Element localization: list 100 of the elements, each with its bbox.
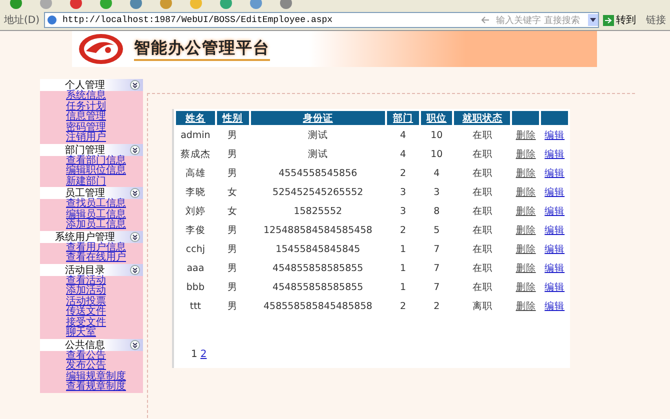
column-header[interactable]: 身份证 <box>302 112 333 124</box>
edit-link[interactable]: 编辑 <box>544 130 565 141</box>
delete-link[interactable]: 删除 <box>516 168 536 179</box>
table-cell-text: 男 <box>226 262 239 276</box>
table-cell-text: 李晓 <box>184 186 206 200</box>
page-link[interactable]: 2 <box>200 349 207 360</box>
table-cell-text: 4554558545856 <box>278 167 358 181</box>
edit-link[interactable]: 编辑 <box>544 187 565 198</box>
table-cell-text: 8 <box>432 205 441 219</box>
table-cell-text: 7 <box>432 262 441 276</box>
sidebar-link[interactable]: 任务计划 <box>66 102 143 112</box>
sidebar-link[interactable]: 查找员工信息 <box>66 199 143 210</box>
go-button[interactable]: 转到 <box>603 13 636 27</box>
sidebar-link[interactable]: 查看部门信息 <box>66 156 143 166</box>
collapse-icon[interactable] <box>130 232 140 242</box>
edit-link[interactable]: 编辑 <box>544 168 565 179</box>
edit-link[interactable]: 编辑 <box>544 301 565 312</box>
sidebar-link[interactable]: 传送文件 <box>66 307 143 318</box>
table-cell-text: 男 <box>226 243 239 257</box>
sidebar-header[interactable]: 系统用户管理 <box>40 230 143 242</box>
table-cell-text: 10 <box>430 148 444 162</box>
table-cell-text: 男 <box>226 148 239 162</box>
sidebar-link[interactable]: 编辑职位信息 <box>66 166 143 176</box>
table-cell-text: 在职 <box>471 281 494 295</box>
sidebar-link[interactable]: 编辑员工信息 <box>66 210 143 220</box>
table-cell-text: 男 <box>226 300 239 314</box>
collapse-icon[interactable] <box>130 144 140 154</box>
sidebar-link[interactable]: 查看用户信息 <box>66 242 143 253</box>
table-cell-text: 蔡成杰 <box>179 148 212 162</box>
address-field[interactable]: http://localhost:1987/WebUI/BOSS/EditEmployee.aspx 输入关键字 直接搜索 <box>44 12 599 28</box>
delete-link[interactable]: 删除 <box>516 149 536 160</box>
table-cell-text: 女 <box>226 186 239 200</box>
delete-link[interactable]: 删除 <box>516 225 536 236</box>
table-cell-text: 男 <box>226 167 239 181</box>
delete-link[interactable]: 删除 <box>516 244 536 255</box>
table-cell-text: 刘婷 <box>184 205 206 219</box>
collapse-icon[interactable] <box>130 80 140 90</box>
edit-link[interactable]: 编辑 <box>544 206 565 217</box>
collapse-icon[interactable] <box>130 188 140 198</box>
sidebar-link[interactable]: 接受文件 <box>66 318 143 328</box>
table-cell-text: 女 <box>226 205 239 219</box>
sidebar-link[interactable]: 系统信息 <box>66 91 143 102</box>
banner-title: 智能办公管理平台 <box>134 38 270 60</box>
sidebar-header[interactable]: 活动目录 <box>40 264 143 276</box>
edit-link[interactable]: 编辑 <box>544 225 565 236</box>
sidebar-header[interactable]: 部门管理 <box>40 144 143 156</box>
table-cell-text: 2 <box>399 224 408 238</box>
table-cell-text: cchj <box>184 243 206 257</box>
delete-link[interactable]: 删除 <box>516 130 536 141</box>
sidebar-link[interactable]: 查看规章制度 <box>66 382 143 392</box>
sidebar-link[interactable]: 查看公告 <box>66 350 143 361</box>
table-cell-text: 4 <box>399 129 408 143</box>
table-cell-text: 在职 <box>471 243 494 257</box>
table-cell-text: 4 <box>399 148 408 162</box>
links-label[interactable]: 链接 <box>646 13 666 27</box>
sidebar-header[interactable]: 员工管理 <box>40 187 143 199</box>
dropdown-icon[interactable] <box>588 14 598 26</box>
table-cell-text: 高雄 <box>184 167 206 181</box>
table-cell-text: 测试 <box>306 129 329 143</box>
table-cell-text: 男 <box>226 281 239 295</box>
sidebar-link[interactable]: 编辑规章制度 <box>66 372 143 382</box>
table-cell-text: 男 <box>226 129 239 143</box>
delete-link[interactable]: 删除 <box>516 187 536 198</box>
table-cell-text: 458558585845485858 <box>262 300 374 314</box>
go-arrow-icon <box>603 14 614 26</box>
table-cell-text: 1 <box>399 281 408 295</box>
collapse-icon[interactable] <box>130 340 140 350</box>
sidebar-link[interactable]: 密码管理 <box>66 122 143 133</box>
edit-link[interactable]: 编辑 <box>544 282 565 293</box>
sidebar-header[interactable]: 公共信息 <box>40 338 143 350</box>
delete-link[interactable]: 删除 <box>516 301 536 312</box>
delete-link[interactable]: 删除 <box>516 263 536 274</box>
edit-link[interactable]: 编辑 <box>544 263 565 274</box>
edit-link[interactable]: 编辑 <box>544 244 565 255</box>
sidebar-link[interactable]: 活动投票 <box>66 296 143 307</box>
search-placeholder: 输入关键字 直接搜索 <box>496 14 581 26</box>
sidebar-link[interactable]: 信息管理 <box>66 112 143 122</box>
sidebar-link[interactable]: 新建部门 <box>66 176 143 187</box>
table-cell-text: 5 <box>432 224 441 238</box>
sidebar-link[interactable]: 添加员工信息 <box>66 220 143 230</box>
logo-icon <box>78 33 124 65</box>
collapse-icon[interactable] <box>130 264 140 274</box>
back-arrow-icon[interactable] <box>481 16 490 24</box>
sidebar-link[interactable]: 发布公告 <box>66 361 143 372</box>
sidebar-link[interactable]: 聊天室 <box>66 328 143 338</box>
table-cell-text: 2 <box>399 167 408 181</box>
page-link[interactable]: 1 <box>191 349 198 360</box>
sidebar-link[interactable]: 注销用户 <box>66 133 143 144</box>
table-cell-text: 3 <box>399 186 408 200</box>
edit-link[interactable]: 编辑 <box>544 149 565 160</box>
table-cell-text: 15455845845845 <box>274 243 362 257</box>
delete-link[interactable]: 删除 <box>516 206 536 217</box>
table-cell-text: 454855858585855 <box>272 281 364 295</box>
table-cell-text: 1 <box>399 262 408 276</box>
table-cell-text: 4 <box>432 167 441 181</box>
delete-link[interactable]: 删除 <box>516 282 536 293</box>
sidebar-link[interactable]: 查看活动 <box>66 276 143 286</box>
sidebar-header[interactable]: 个人管理 <box>40 79 143 91</box>
table-cell-text: aaa <box>186 262 206 276</box>
sidebar-link[interactable]: 添加活动 <box>66 286 143 296</box>
